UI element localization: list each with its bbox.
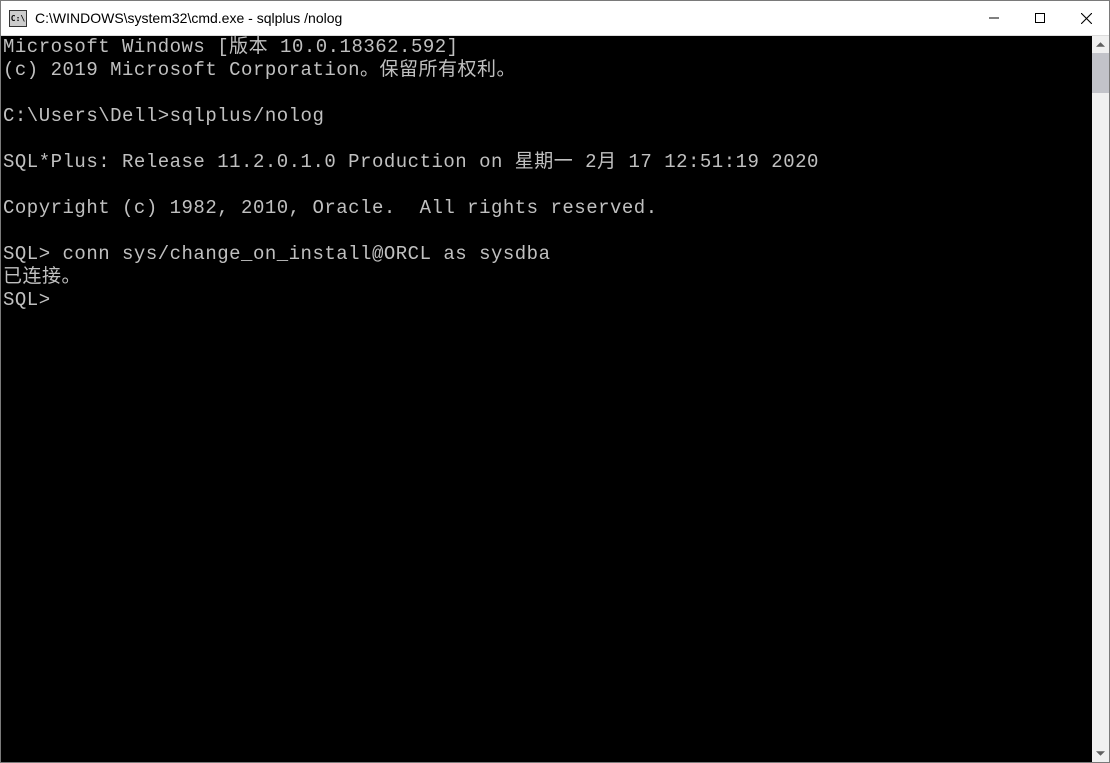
close-icon	[1081, 13, 1092, 24]
scroll-thumb[interactable]	[1092, 53, 1109, 93]
terminal-output[interactable]: Microsoft Windows [版本 10.0.18362.592] (c…	[1, 36, 1092, 762]
close-button[interactable]	[1063, 1, 1109, 35]
maximize-icon	[1035, 13, 1045, 23]
maximize-button[interactable]	[1017, 1, 1063, 35]
cmd-icon: C:\	[9, 10, 27, 27]
vertical-scrollbar[interactable]	[1092, 36, 1109, 762]
scroll-up-button[interactable]	[1092, 36, 1109, 53]
scroll-track[interactable]	[1092, 53, 1109, 745]
window-title: C:\WINDOWS\system32\cmd.exe - sqlplus /n…	[35, 10, 971, 26]
cmd-window: C:\ C:\WINDOWS\system32\cmd.exe - sqlplu…	[0, 0, 1110, 763]
chevron-up-icon	[1096, 42, 1105, 47]
window-controls	[971, 1, 1109, 35]
minimize-button[interactable]	[971, 1, 1017, 35]
client-area: Microsoft Windows [版本 10.0.18362.592] (c…	[1, 36, 1109, 762]
scroll-down-button[interactable]	[1092, 745, 1109, 762]
titlebar[interactable]: C:\ C:\WINDOWS\system32\cmd.exe - sqlplu…	[1, 1, 1109, 36]
minimize-icon	[989, 13, 999, 23]
chevron-down-icon	[1096, 751, 1105, 756]
